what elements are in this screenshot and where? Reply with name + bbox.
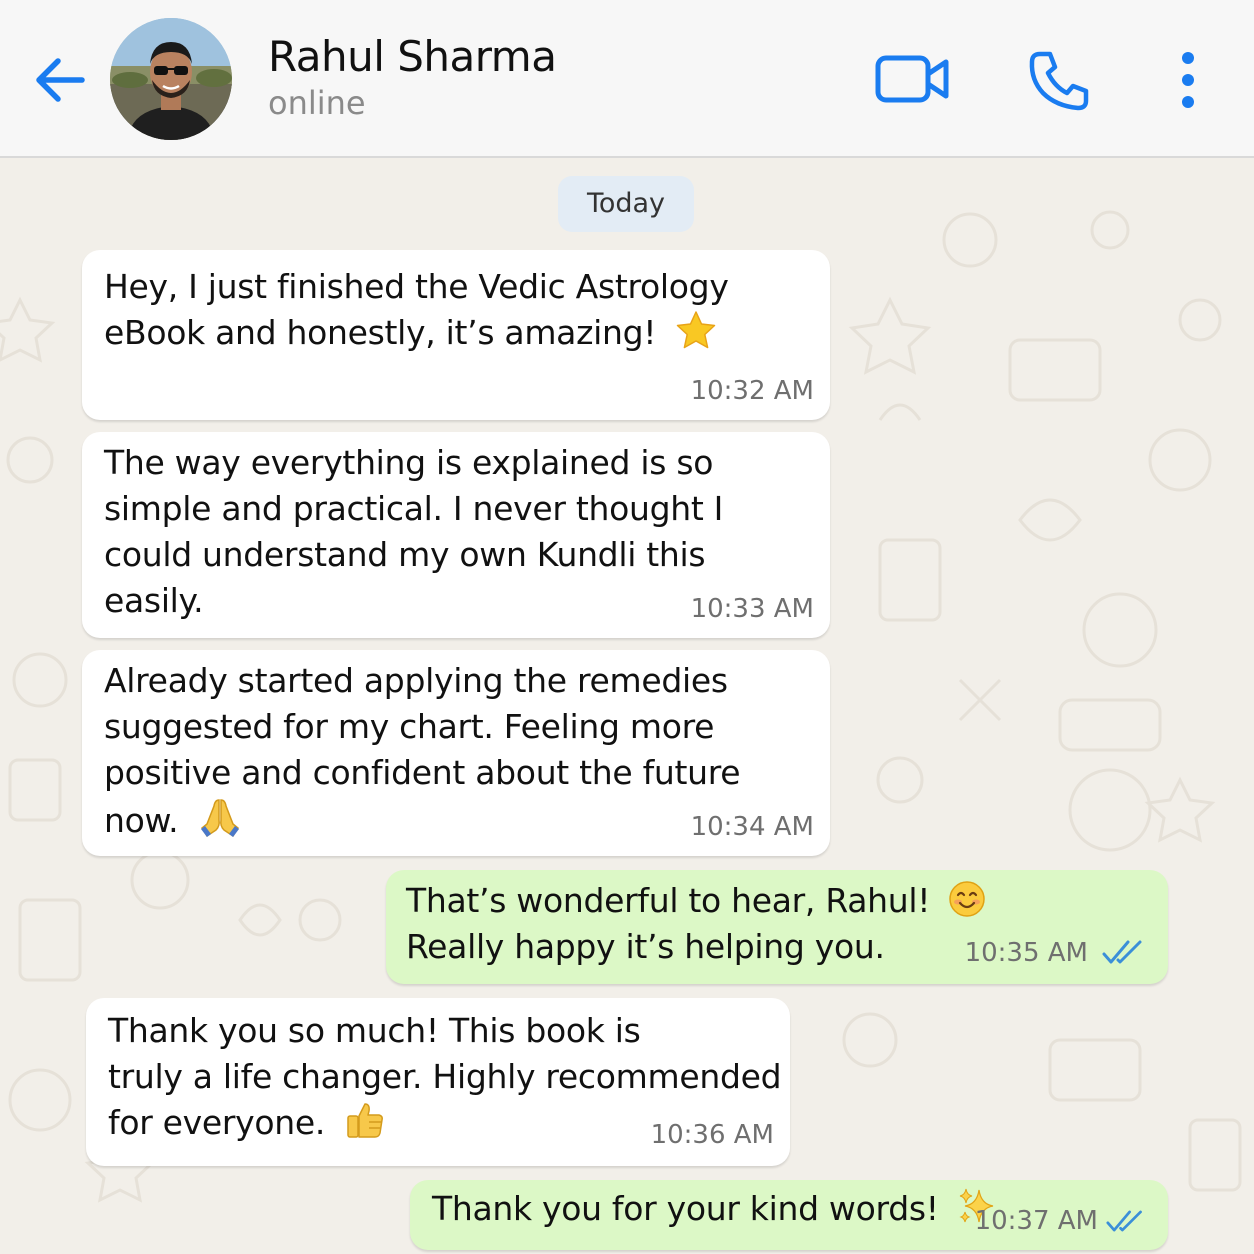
- arrow-left-icon: [36, 58, 85, 102]
- thumbs-up-emoji-icon: [347, 1103, 384, 1138]
- video-call-button[interactable]: [872, 50, 954, 110]
- message-line: Really happy it’s helping you.: [406, 927, 885, 966]
- message-bubble-incoming[interactable]: Hey, I just finished the Vedic Astrology…: [82, 250, 830, 420]
- message-line: simple and practical. I never thought I: [104, 489, 724, 528]
- star-emoji-icon: [677, 311, 716, 349]
- message-bubble-outgoing[interactable]: Thank you for your kind words! 10:37 AM: [410, 1180, 1168, 1250]
- message-line: suggested for my chart. Feeling more: [104, 707, 715, 746]
- message-bubble-outgoing[interactable]: That’s wonderful to hear, Rahul! Really …: [386, 870, 1168, 984]
- message-text: Already started applying the remedies su…: [104, 658, 741, 844]
- contact-name[interactable]: Rahul Sharma: [268, 32, 557, 81]
- message-line: Hey, I just finished the Vedic Astrology: [104, 267, 729, 306]
- date-separator: Today: [558, 176, 694, 232]
- message-timestamp: 10:33 AM: [690, 594, 814, 624]
- message-line: Thank you so much! This book is: [108, 1011, 641, 1050]
- contact-avatar[interactable]: [110, 18, 232, 140]
- avatar-photo: [110, 18, 232, 140]
- read-receipt-icon: [1106, 1210, 1142, 1232]
- message-timestamp: 10:32 AM: [690, 376, 814, 406]
- message-timestamp: 10:36 AM: [650, 1120, 774, 1150]
- message-line: That’s wonderful to hear, Rahul!: [406, 881, 931, 920]
- message-timestamp: 10:34 AM: [690, 812, 814, 842]
- contact-status: online: [268, 84, 366, 122]
- message-text: Hey, I just finished the Vedic Astrology…: [104, 264, 729, 356]
- message-text: That’s wonderful to hear, Rahul! Really …: [406, 878, 986, 970]
- message-line: The way everything is explained is so: [104, 443, 714, 482]
- voice-call-button[interactable]: [1026, 48, 1092, 114]
- video-camera-icon: [875, 55, 949, 103]
- message-timestamp: 10:35 AM: [964, 938, 1088, 968]
- message-line: truly a life changer. Highly recommended: [108, 1057, 782, 1096]
- message-line: Already started applying the remedies: [104, 661, 728, 700]
- message-line: Thank you for your kind words!: [432, 1189, 939, 1228]
- message-text: Thank you for your kind words!: [432, 1186, 997, 1232]
- message-line: for everyone.: [108, 1103, 326, 1142]
- message-bubble-incoming[interactable]: The way everything is explained is so si…: [82, 432, 830, 638]
- message-line: easily.: [104, 581, 204, 620]
- message-text: The way everything is explained is so si…: [104, 440, 723, 624]
- message-timestamp: 10:37 AM: [974, 1206, 1098, 1236]
- smiling-face-emoji-icon: [949, 881, 986, 917]
- message-bubble-incoming[interactable]: Already started applying the remedies su…: [82, 650, 830, 856]
- more-vertical-icon: [1182, 52, 1194, 108]
- phone-icon: [1029, 51, 1089, 111]
- more-options-button[interactable]: [1168, 50, 1208, 110]
- message-line: could understand my own Kundli this: [104, 535, 706, 574]
- message-bubble-incoming[interactable]: Thank you so much! This book is truly a …: [86, 998, 790, 1166]
- message-line: eBook and honestly, it’s amazing!: [104, 313, 657, 352]
- read-receipt-icon: [1102, 940, 1142, 964]
- chat-header: Rahul Sharma online: [0, 0, 1254, 158]
- folded-hands-emoji-icon: [200, 799, 239, 838]
- message-line: positive and confident about the future: [104, 753, 741, 792]
- message-line: now.: [104, 801, 179, 840]
- back-button[interactable]: [30, 50, 90, 110]
